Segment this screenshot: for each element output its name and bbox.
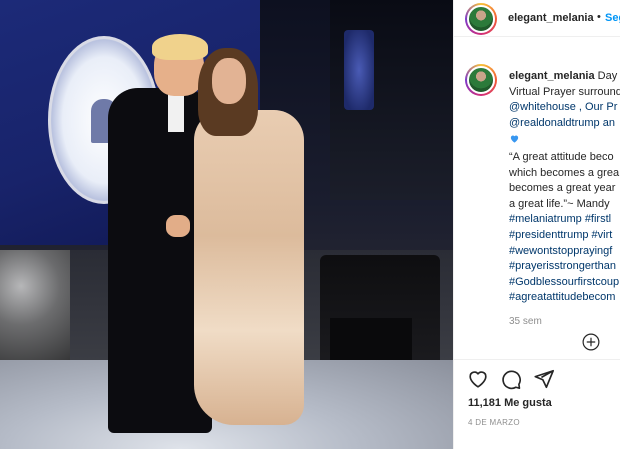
mention-realdonaldtrump[interactable]: @realdonaldtrump an (509, 116, 620, 132)
blue-heart-icon (510, 135, 519, 143)
caption-line: “A great attitude beco (509, 150, 614, 163)
caption-avatar[interactable] (465, 64, 497, 96)
hashtag-line[interactable]: #agreatattitudebecom (509, 290, 620, 306)
mention-whitehouse[interactable]: @whitehouse , Our Pr (509, 100, 620, 116)
woman-in-gown (190, 48, 310, 428)
plus-circle-icon[interactable] (582, 333, 600, 351)
caption-line: becomes a great year (509, 182, 616, 195)
paper-plane-icon[interactable] (533, 368, 555, 390)
caption-line: Virtual Prayer surround (509, 85, 620, 98)
caption-username[interactable]: elegant_melania (509, 70, 595, 82)
avatar[interactable] (465, 3, 497, 35)
caption-timestamp[interactable]: 35 sem (509, 314, 620, 330)
post-header: elegant_melania • Seg (454, 0, 620, 37)
follow-button[interactable]: Seg (605, 12, 620, 24)
header-separator: • (597, 11, 601, 23)
comment-icon[interactable] (500, 368, 522, 390)
hashtag-line[interactable]: #prayerisstrongerthan (509, 259, 620, 275)
caption-line: a great life.”~ Mandy (509, 197, 610, 210)
post-photo[interactable] (0, 0, 453, 449)
post-date[interactable]: 4 DE MARZO (468, 418, 520, 427)
caption-line: Day (597, 70, 618, 82)
hashtag-line[interactable]: #Godblessourfirstcoup (509, 275, 620, 291)
post-caption: elegant_melania Day Virtual Prayer surro… (509, 69, 620, 330)
hashtag-line[interactable]: #melaniatrump #firstl (509, 212, 620, 228)
hashtag-line[interactable]: #wewontstopprayingf (509, 244, 620, 260)
stage-screen (344, 30, 374, 110)
heart-icon[interactable] (467, 368, 489, 390)
header-username[interactable]: elegant_melania (508, 12, 594, 24)
likes-count[interactable]: 11,181 Me gusta (468, 397, 552, 409)
hashtag-line[interactable]: #presidenttrump #virt (509, 228, 620, 244)
post-actions: 11,181 Me gusta 4 DE MARZO (454, 359, 620, 449)
post-side-panel: elegant_melania • Seg elegant_melania Da… (453, 0, 620, 449)
caption-line: which becomes a grea (509, 166, 620, 179)
flower-arrangement (0, 250, 70, 370)
